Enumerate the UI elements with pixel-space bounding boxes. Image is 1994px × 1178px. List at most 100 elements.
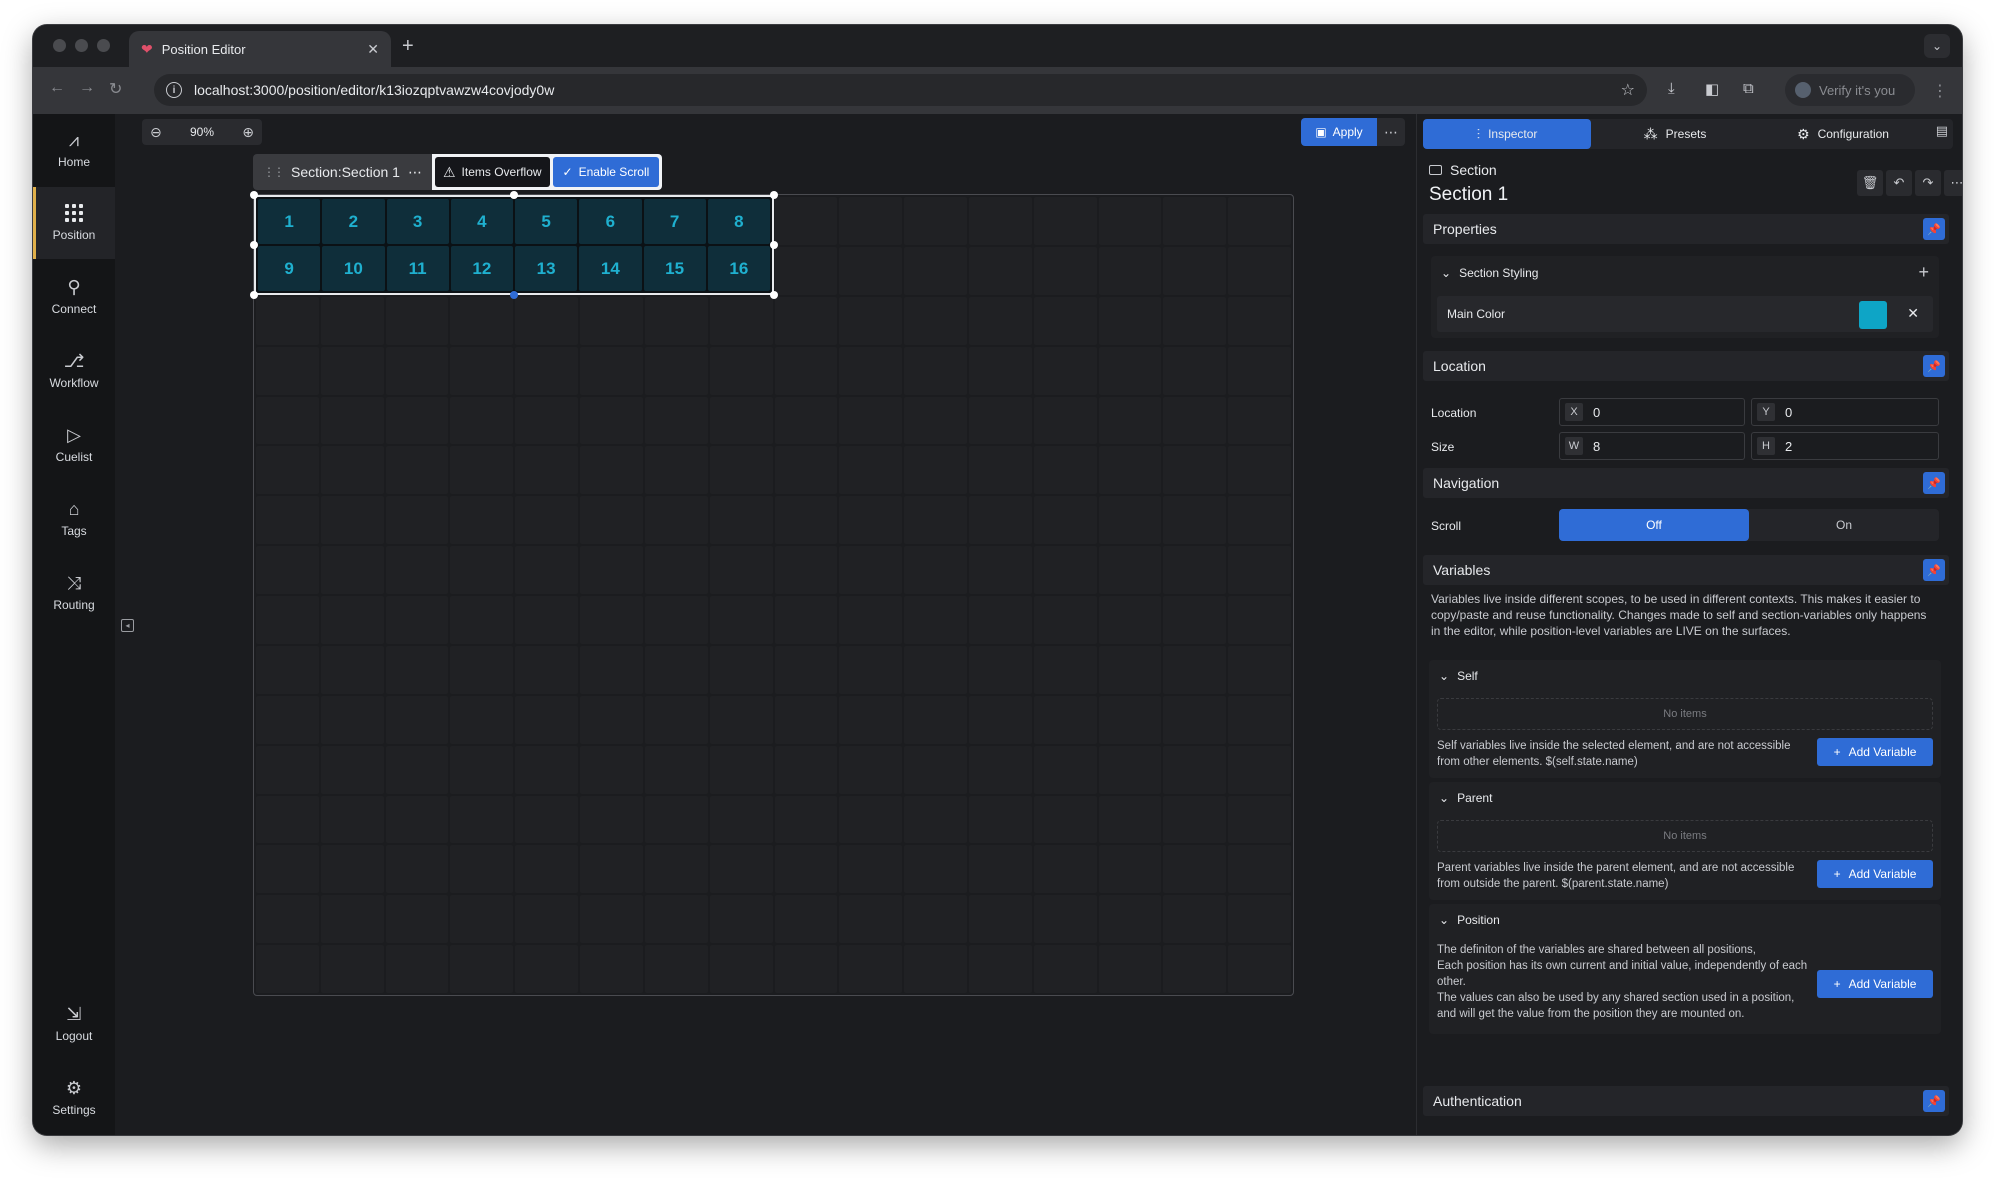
scroll-on-option[interactable]: On xyxy=(1749,509,1939,541)
grid-cell[interactable] xyxy=(515,296,579,345)
grid-cell[interactable] xyxy=(968,695,1032,744)
grid-cell[interactable] xyxy=(1163,945,1227,993)
grid-cell[interactable] xyxy=(1228,546,1291,594)
grid-cell[interactable] xyxy=(1098,795,1162,844)
grid-cell[interactable] xyxy=(774,396,838,445)
grid-cell[interactable] xyxy=(1098,197,1162,245)
grid-cell[interactable] xyxy=(839,596,903,644)
grid-cell[interactable] xyxy=(450,645,514,694)
grid-cell[interactable] xyxy=(904,396,967,445)
grid-cell[interactable] xyxy=(515,945,579,993)
grid-cell[interactable] xyxy=(450,745,514,794)
grid-cell[interactable] xyxy=(839,496,903,545)
trash-icon[interactable]: 🗑 xyxy=(1857,170,1883,196)
grid-cell[interactable] xyxy=(644,346,708,395)
grid-cell[interactable] xyxy=(256,446,319,495)
grid-cell[interactable] xyxy=(515,546,579,594)
grid-cell[interactable] xyxy=(580,396,643,445)
add-style-icon[interactable]: + xyxy=(1918,262,1929,283)
grid-cell[interactable] xyxy=(256,396,319,445)
grid-cell[interactable] xyxy=(1228,845,1291,894)
grid-cell[interactable] xyxy=(385,596,449,644)
grid-cell[interactable] xyxy=(644,446,708,495)
grid-cell[interactable] xyxy=(644,296,708,345)
grid-cell[interactable] xyxy=(644,645,708,694)
grid-cell[interactable] xyxy=(580,795,643,844)
grid-cell[interactable] xyxy=(839,745,903,794)
grid-cell[interactable] xyxy=(1033,695,1097,744)
grid-cell[interactable] xyxy=(774,895,838,944)
zoom-out-icon[interactable]: ⊖ xyxy=(150,124,162,141)
grid-cell[interactable] xyxy=(515,645,579,694)
grid-cell[interactable] xyxy=(709,546,773,594)
grid-cell[interactable] xyxy=(450,695,514,744)
grid-cell[interactable] xyxy=(709,596,773,644)
grid-cell[interactable] xyxy=(904,246,967,295)
resize-handle[interactable] xyxy=(510,291,518,299)
grid-cell[interactable] xyxy=(515,745,579,794)
grid-cell[interactable] xyxy=(580,945,643,993)
grid-cell[interactable] xyxy=(580,645,643,694)
rail-item-settings[interactable]: ⚙ Settings xyxy=(33,1062,115,1134)
close-tab-icon[interactable]: ✕ xyxy=(367,41,379,58)
resize-handle[interactable] xyxy=(770,241,778,249)
grid-cell[interactable] xyxy=(385,645,449,694)
site-info-icon[interactable]: i xyxy=(166,82,182,98)
grid-cell[interactable] xyxy=(1098,346,1162,395)
grid-cell[interactable] xyxy=(1098,895,1162,944)
panel-layout-icon[interactable]: ▤ xyxy=(1936,123,1948,139)
section-cell[interactable]: 4 xyxy=(450,199,513,244)
grid-cell[interactable] xyxy=(256,845,319,894)
grid-cell[interactable] xyxy=(1033,446,1097,495)
grid-cell[interactable] xyxy=(1163,745,1227,794)
tab-search-icon[interactable]: ⌄ xyxy=(1924,34,1950,58)
grid-cell[interactable] xyxy=(385,695,449,744)
grid-cell[interactable] xyxy=(904,795,967,844)
grid-cell[interactable] xyxy=(709,645,773,694)
rail-item-connect[interactable]: ⚲ Connect xyxy=(33,261,115,333)
pin-icon[interactable]: 📌 xyxy=(1923,355,1945,377)
new-tab-icon[interactable]: + xyxy=(402,35,414,58)
grid-cell[interactable] xyxy=(385,845,449,894)
grid-cell[interactable] xyxy=(515,795,579,844)
grid-cell[interactable] xyxy=(1163,645,1227,694)
grid-cell[interactable] xyxy=(839,845,903,894)
grid-cell[interactable] xyxy=(1163,197,1227,245)
grid-cell[interactable] xyxy=(709,895,773,944)
section-cell[interactable]: 1 xyxy=(258,199,321,244)
grid-cell[interactable] xyxy=(904,645,967,694)
grid-cell[interactable] xyxy=(450,596,514,644)
grid-cell[interactable] xyxy=(1033,197,1097,245)
grid-cell[interactable] xyxy=(1033,945,1097,993)
y-value[interactable]: 0 xyxy=(1785,405,1792,420)
maximize-window-icon[interactable] xyxy=(97,39,110,52)
section-cell[interactable]: 10 xyxy=(322,246,385,291)
grid-cell[interactable] xyxy=(256,795,319,844)
grid-cell[interactable] xyxy=(839,795,903,844)
grid-cell[interactable] xyxy=(774,695,838,744)
grid-cell[interactable] xyxy=(1033,246,1097,295)
grid-cell[interactable] xyxy=(320,795,384,844)
y-field[interactable]: Y0 xyxy=(1751,398,1939,426)
grid-cell[interactable] xyxy=(968,895,1032,944)
items-overflow-button[interactable]: ⚠ Items Overflow xyxy=(434,157,550,187)
grid-cell[interactable] xyxy=(256,546,319,594)
grid-cell[interactable] xyxy=(774,197,838,245)
grid-cell[interactable] xyxy=(580,845,643,894)
section-cell[interactable]: 14 xyxy=(579,246,642,291)
grid-cell[interactable] xyxy=(839,296,903,345)
grid-cell[interactable] xyxy=(644,845,708,894)
resize-handle[interactable] xyxy=(250,241,258,249)
add-position-variable-button[interactable]: + Add Variable xyxy=(1817,970,1933,998)
grid-cell[interactable] xyxy=(968,446,1032,495)
grid-cell[interactable] xyxy=(515,845,579,894)
grid-cell[interactable] xyxy=(1033,845,1097,894)
section-cell[interactable]: 2 xyxy=(322,199,385,244)
grid-cell[interactable] xyxy=(839,945,903,993)
grid-cell[interactable] xyxy=(774,496,838,545)
grid-cell[interactable] xyxy=(839,695,903,744)
grid-cell[interactable] xyxy=(320,346,384,395)
grid-cell[interactable] xyxy=(1033,795,1097,844)
grid-cell[interactable] xyxy=(515,695,579,744)
browser-tab[interactable]: ❤ Position Editor ✕ xyxy=(129,31,391,67)
